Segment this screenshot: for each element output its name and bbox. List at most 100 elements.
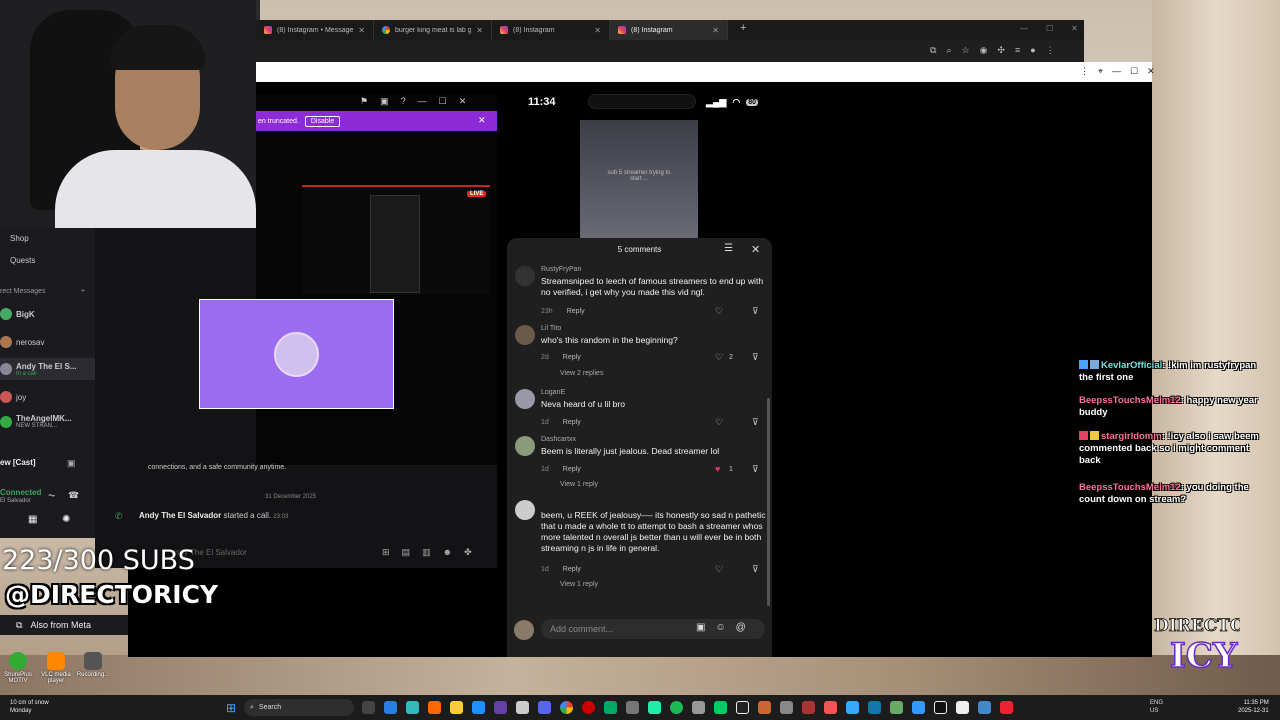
twitch-icon[interactable] [494,701,507,714]
add-dm-icon[interactable]: + [81,288,85,295]
dm-item-active[interactable]: Andy The El S... In a call [0,358,95,380]
edge-icon[interactable] [406,701,419,714]
app-icon[interactable] [714,701,727,714]
discord-icon[interactable] [538,701,551,714]
copilot-icon[interactable] [384,701,397,714]
close-icon[interactable]: ✕ [712,26,719,35]
app-icon[interactable] [1000,701,1013,714]
maximize-icon[interactable]: ☐ [1046,24,1053,33]
app-icon[interactable] [472,701,485,714]
language-indicator[interactable]: ENG US [1150,699,1163,715]
grid-icon[interactable]: ▦ [28,514,37,525]
close-icon[interactable]: ✕ [358,26,365,35]
dislike-icon[interactable]: ⊽ [752,352,759,363]
chrome-icon[interactable] [560,701,573,714]
dm-item[interactable]: BigK [0,308,95,320]
app-icon[interactable] [978,701,991,714]
app-icon[interactable] [736,701,749,714]
windows-start-icon[interactable]: ⊞ [226,701,236,715]
cast-icon[interactable]: ⧉ [930,45,936,56]
browser-tab[interactable]: (8) Instagram ✕ [492,20,610,40]
reply-button[interactable]: Reply [563,566,581,573]
reply-button[interactable]: Reply [563,419,581,426]
flag-icon[interactable]: ⚑ [360,96,368,107]
minimize-icon[interactable]: — [1112,66,1121,77]
video-preview[interactable]: sub 5 streamer trying to start ... [580,120,698,240]
firefox-icon[interactable] [428,701,441,714]
dislike-icon[interactable]: ⊽ [752,564,759,575]
sticker-icon[interactable]: ▥ [422,547,431,558]
opera-icon[interactable] [582,701,595,714]
app-icon[interactable] [956,701,969,714]
heart-icon[interactable]: ♡ [715,306,723,317]
app-icon[interactable] [604,701,617,714]
app-icon[interactable] [890,701,903,714]
weather-widget[interactable]: 10 cm of snow Monday [10,699,49,715]
heart-icon[interactable]: ♡ [715,417,723,428]
app-icon[interactable] [912,701,925,714]
sidebar-item-quests[interactable]: Quests [10,256,105,265]
apps-icon[interactable]: ✤ [464,547,472,558]
sidebar-item-shop[interactable]: Shop [10,234,105,243]
reply-button[interactable]: Reply [563,354,581,361]
emoji-icon[interactable]: ☻ [443,547,452,558]
puzzle-icon[interactable]: ✣ [997,45,1005,56]
desktop-icon[interactable]: VLC media player [38,652,74,684]
app-icon[interactable] [824,701,837,714]
desktop-icon[interactable]: Recording... [75,652,111,678]
sidebar-icon[interactable]: ≡ [1015,45,1020,56]
dm-item[interactable]: TheAngelMK... NEW STRAN... [0,414,95,429]
steam-icon[interactable] [868,701,881,714]
reply-button[interactable]: Reply [567,308,585,315]
extension-icon[interactable]: ◉ [980,45,988,56]
maximize-icon[interactable]: ☐ [439,96,447,107]
view-replies[interactable]: View 2 replies [560,370,603,377]
heart-icon[interactable]: ♡ [715,564,723,575]
disable-button[interactable]: Disable [304,115,341,127]
taskbar-search[interactable]: ⌕ Search [244,699,354,716]
close-icon[interactable]: ✕ [478,115,486,126]
inbox-icon[interactable]: ▣ [380,96,389,107]
app-icon[interactable] [802,701,815,714]
gif-icon[interactable]: ▤ [402,547,411,558]
app-icon[interactable] [846,701,859,714]
app-icon[interactable] [758,701,771,714]
spotify-icon[interactable] [670,701,683,714]
dislike-icon[interactable]: ⊽ [752,417,759,428]
comments-scrollbar[interactable] [767,398,770,606]
minimize-icon[interactable]: — [1020,24,1028,33]
close-icon[interactable]: ✕ [1071,24,1078,33]
zoom-icon[interactable]: ⌕ [946,45,951,56]
dm-item[interactable]: joy [0,391,95,403]
heart-icon[interactable]: ♡ [715,352,723,363]
heart-filled-icon[interactable]: ♥ [715,464,720,474]
star-icon[interactable]: ☆ [961,45,969,56]
emoji-icon[interactable]: ☺ [715,622,725,633]
popout-icon[interactable]: ▣ [67,458,76,469]
sort-icon[interactable]: ☰ [724,243,733,254]
image-icon[interactable]: ▣ [696,622,705,633]
app-icon[interactable] [516,701,529,714]
menu-icon[interactable]: ⋮ [1046,45,1055,56]
desktop-icon[interactable]: ShurePlus MOTIV [0,652,36,684]
browser-tab-active[interactable]: (8) Instagram ✕ [610,20,728,40]
reply-button[interactable]: Reply [563,466,581,473]
help-icon[interactable]: ? [401,96,406,107]
close-icon[interactable]: ✕ [594,26,601,35]
mention-icon[interactable]: @ [736,622,746,633]
waveform-icon[interactable]: ⏦ [48,490,55,501]
profile-icon[interactable]: ● [1030,45,1035,56]
close-icon[interactable]: ✕ [751,243,760,256]
browser-tab[interactable]: (8) Instagram • Messages ✕ [256,20,374,40]
view-replies[interactable]: View 1 reply [560,581,598,588]
close-icon[interactable]: ✕ [1147,66,1155,77]
maximize-icon[interactable]: ☐ [1130,66,1138,77]
activity-icon[interactable]: ✺ [62,514,70,525]
pin-icon[interactable]: ⌖ [1098,66,1103,77]
taskbar-clock[interactable]: 11:35 PM 2025-12-31 [1238,699,1269,715]
app-icon[interactable] [692,701,705,714]
app-icon[interactable] [780,701,793,714]
close-icon[interactable]: ✕ [476,26,483,35]
new-tab-button[interactable]: + [740,22,746,34]
dm-item[interactable]: nerosav [0,336,95,348]
